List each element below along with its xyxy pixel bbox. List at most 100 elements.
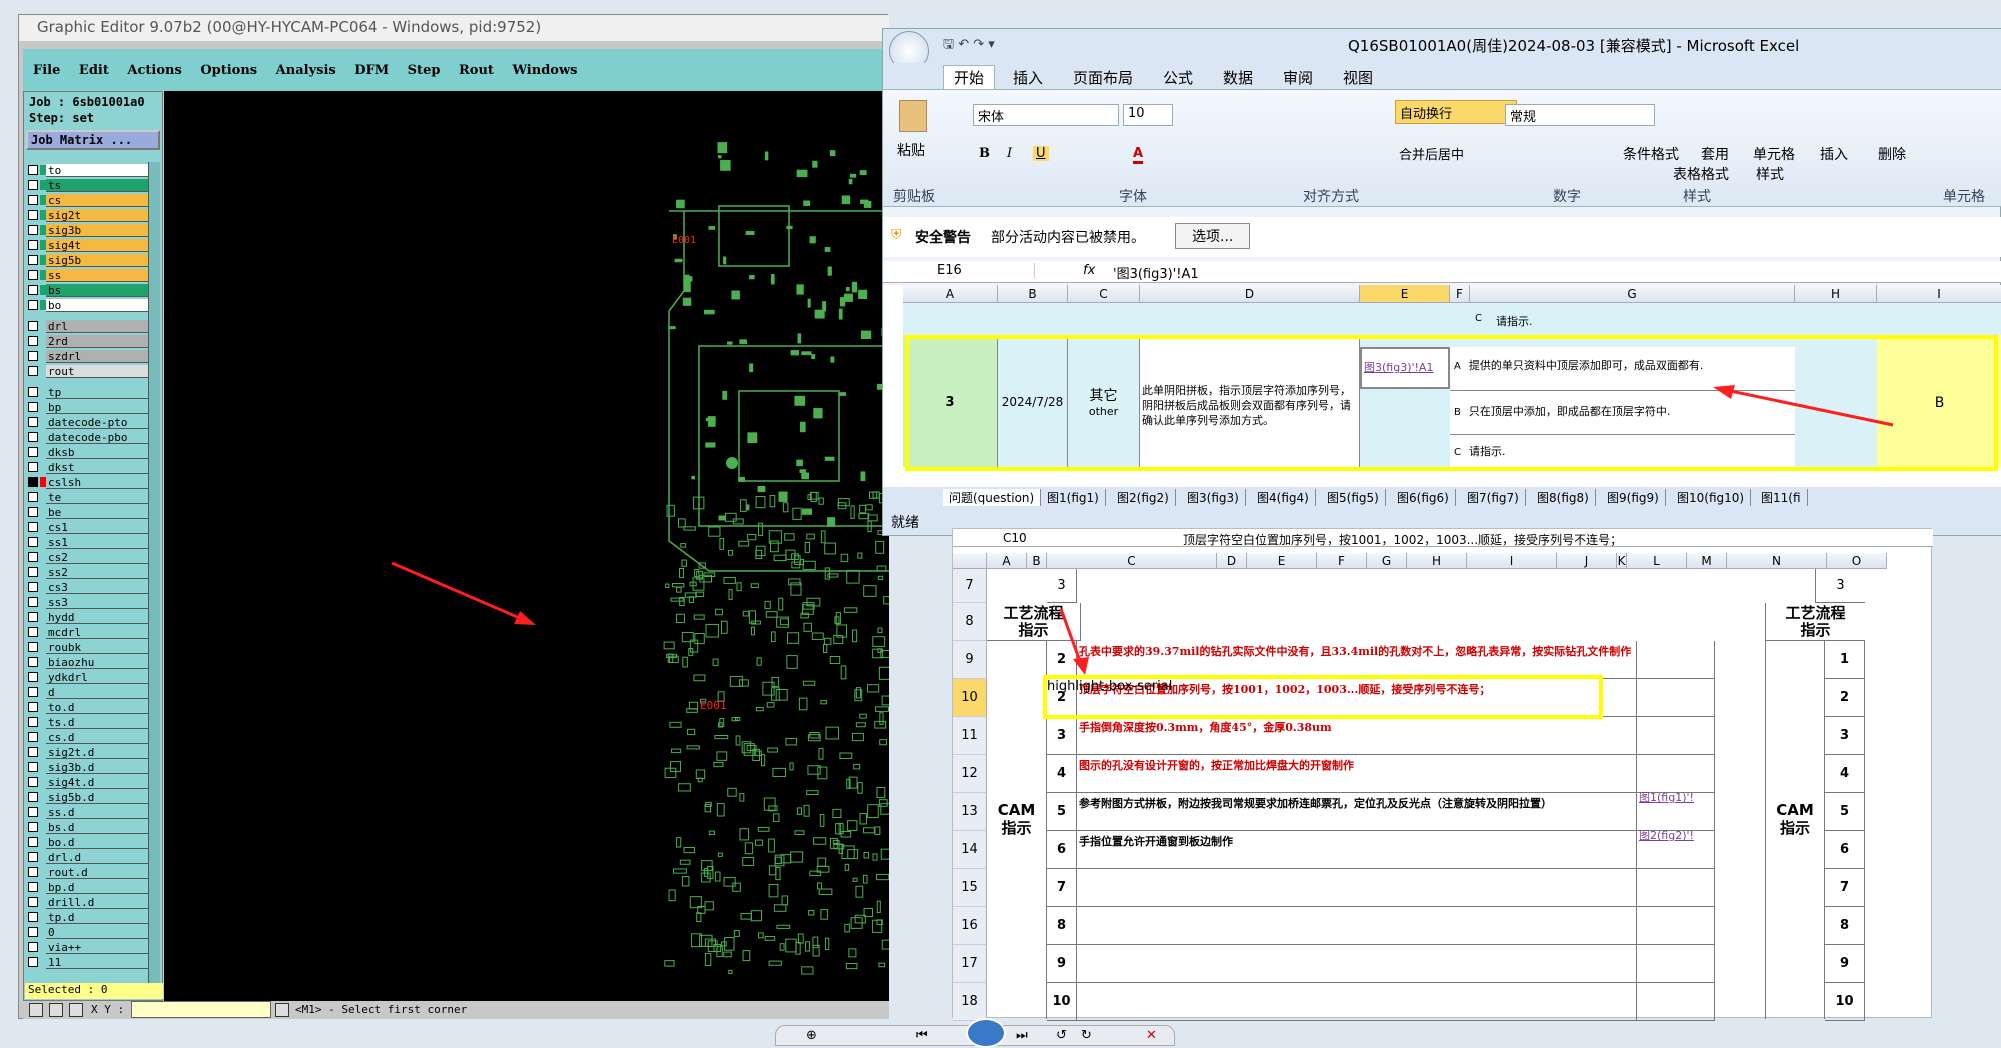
layer-checkbox[interactable] — [28, 867, 38, 877]
sheet2-row-header[interactable]: 12 — [953, 755, 987, 793]
conditional-format-button[interactable]: 条件格式 — [1623, 144, 1679, 164]
layer-item-sig4t[interactable]: sig4t — [46, 239, 158, 252]
menu-options[interactable]: Options — [200, 63, 257, 78]
formula-input[interactable]: '图3(fig3)'!A1 — [1113, 263, 1199, 282]
cam-item-link-cell[interactable] — [1637, 869, 1715, 907]
cam-item-link-cell[interactable] — [1637, 679, 1715, 717]
sheet-tab[interactable]: 图8(fig8) — [1531, 489, 1596, 506]
layer-checkbox[interactable] — [28, 882, 38, 892]
font-name-select[interactable]: 宋体 — [973, 104, 1119, 126]
cam-item-number[interactable]: 10 — [1047, 983, 1077, 1021]
menu-rout[interactable]: Rout — [459, 63, 494, 78]
layer-item-bs-d[interactable]: bs.d — [46, 821, 158, 834]
layer-checkbox[interactable] — [28, 477, 38, 487]
ge-title-bar[interactable]: Graphic Editor 9.07b2 (00@HY-HYCAM-PC064… — [19, 15, 889, 41]
merge-center-button[interactable]: 合并后居中 — [1399, 144, 1464, 163]
layer-item-cs1[interactable]: cs1 — [46, 521, 158, 534]
layer-checkbox[interactable] — [28, 180, 38, 190]
layer-checkbox[interactable] — [28, 366, 38, 376]
cam-item-number-right[interactable]: 7 — [1825, 869, 1865, 907]
layer-item-hydd[interactable]: hydd — [46, 611, 158, 624]
cam-item-number[interactable]: 7 — [1047, 869, 1077, 907]
layer-checkbox[interactable] — [28, 927, 38, 937]
prev-icon[interactable]: ⏮ — [916, 1028, 928, 1043]
tab-review[interactable]: 审阅 — [1283, 67, 1313, 88]
layer-item-sig5b[interactable]: sig5b — [46, 254, 158, 267]
cam-item-number-right[interactable]: 2 — [1825, 679, 1865, 717]
cam-item-link-cell[interactable] — [1637, 983, 1715, 1021]
cam-item-number-right[interactable]: 9 — [1825, 945, 1865, 983]
layer-checkbox[interactable] — [28, 717, 38, 727]
paste-icon[interactable] — [899, 100, 927, 132]
layer-checkbox[interactable] — [28, 432, 38, 442]
layer-checkbox[interactable] — [28, 822, 38, 832]
layer-checkbox[interactable] — [28, 336, 38, 346]
sheet2-row-header[interactable]: 9 — [953, 641, 987, 679]
layer-checkbox[interactable] — [28, 747, 38, 757]
sheet2-col-header[interactable]: A — [987, 553, 1027, 569]
underline-button[interactable]: U — [1033, 146, 1049, 161]
layer-checkbox[interactable] — [28, 852, 38, 862]
layer-item-ydkdrl[interactable]: ydkdrl — [46, 671, 158, 684]
layer-checkbox[interactable] — [28, 792, 38, 802]
sheet2-col-header[interactable] — [953, 553, 987, 569]
insert-cells-button[interactable]: 插入 — [1820, 144, 1848, 164]
layer-checkbox[interactable] — [28, 777, 38, 787]
tab-data[interactable]: 数据 — [1223, 67, 1253, 88]
layer-item-ts-d[interactable]: ts.d — [46, 716, 158, 729]
layer-scrollbar[interactable] — [148, 162, 160, 992]
layer-checkbox[interactable] — [28, 165, 38, 175]
menu-file[interactable]: File — [33, 63, 60, 78]
sheet2-col-header[interactable]: K — [1617, 553, 1627, 569]
layer-checkbox[interactable] — [28, 837, 38, 847]
name-box[interactable]: E16 — [887, 263, 1035, 278]
cam-item-number-right[interactable]: 10 — [1825, 983, 1865, 1021]
cell-style-button-line2[interactable]: 样式 — [1756, 164, 1784, 184]
layer-item-drl-d[interactable]: drl.d — [46, 851, 158, 864]
layer-item-ss-d[interactable]: ss.d — [46, 806, 158, 819]
menu-dfm[interactable]: DFM — [354, 63, 389, 78]
cam-item-link-cell[interactable] — [1637, 945, 1715, 983]
sheet2-row-header[interactable]: 10 — [953, 679, 987, 717]
cam-item-text[interactable] — [1077, 945, 1637, 983]
layer-item-datecode-pto[interactable]: datecode-pto — [46, 416, 158, 429]
sheet2-col-header[interactable]: L — [1627, 553, 1687, 569]
layer-checkbox[interactable] — [28, 807, 38, 817]
menu-edit[interactable]: Edit — [79, 63, 109, 78]
sheet2-name-box[interactable]: C10 — [1003, 531, 1027, 545]
layer-item-bo[interactable]: bo — [46, 299, 158, 312]
job-matrix-button[interactable]: Job Matrix ... — [26, 130, 160, 150]
layer-item-bp[interactable]: bp — [46, 401, 158, 414]
grid-tool-icon[interactable] — [69, 1003, 83, 1017]
layer-item-tp[interactable]: tp — [46, 386, 158, 399]
rotate-right-icon[interactable]: ↻ — [1081, 1028, 1092, 1043]
layer-checkbox[interactable] — [28, 567, 38, 577]
sheet-tab[interactable]: 图3(fig3) — [1181, 489, 1246, 506]
layer-checkbox[interactable] — [28, 507, 38, 517]
bold-button[interactable]: B — [979, 146, 990, 161]
layer-item-to[interactable]: to — [46, 164, 158, 177]
sheet2-col-header[interactable]: F — [1317, 553, 1367, 569]
layer-item-dksb[interactable]: dksb — [46, 446, 158, 459]
sheet2-col-header[interactable]: H — [1407, 553, 1467, 569]
delete-cells-button[interactable]: 删除 — [1878, 144, 1906, 164]
menu-windows[interactable]: Windows — [512, 63, 577, 78]
layer-checkbox[interactable] — [28, 447, 38, 457]
layer-item-rout-d[interactable]: rout.d — [46, 866, 158, 879]
layer-checkbox[interactable] — [28, 522, 38, 532]
layer-checkbox[interactable] — [28, 627, 38, 637]
measure-tool-icon[interactable] — [49, 1003, 63, 1017]
layer-item-be[interactable]: be — [46, 506, 158, 519]
table-format-button-line1[interactable]: 套用 — [1701, 144, 1729, 164]
cam-item-number-right[interactable]: 3 — [1825, 717, 1865, 755]
sheet2-col-header[interactable]: N — [1727, 553, 1827, 569]
cam-item-number[interactable]: 6 — [1047, 831, 1077, 869]
sheet2-row-header[interactable]: 16 — [953, 907, 987, 945]
layer-checkbox[interactable] — [28, 957, 38, 967]
layer-checkbox[interactable] — [28, 225, 38, 235]
layer-item-rout[interactable]: rout — [46, 365, 158, 378]
layer-item-sig3b-d[interactable]: sig3b.d — [46, 761, 158, 774]
function-icon[interactable]: fx — [1083, 263, 1095, 278]
layer-item-ss3[interactable]: ss3 — [46, 596, 158, 609]
sheet2-col-header[interactable]: I — [1467, 553, 1557, 569]
